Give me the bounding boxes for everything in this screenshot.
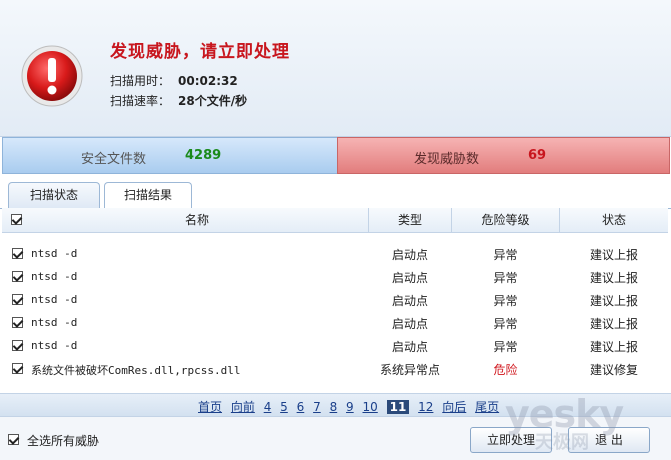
row-status: 建议上报 xyxy=(589,248,638,262)
column-header-level[interactable]: 危险等级 xyxy=(452,208,559,232)
row-checkbox[interactable] xyxy=(12,271,23,282)
tab-scan-results[interactable]: 扫描结果 xyxy=(104,182,192,209)
safe-files-stat: 安全文件数 4289 xyxy=(2,137,338,174)
safe-files-count: 4289 xyxy=(185,148,222,163)
page-prev-link[interactable]: 向前 xyxy=(231,398,255,415)
row-name: ntsd -d xyxy=(31,339,78,352)
row-type: 启动点 xyxy=(391,248,428,262)
row-checkbox[interactable] xyxy=(12,363,23,374)
row-level: 异常 xyxy=(493,294,518,308)
scan-speed-value: 28个文件/秒 xyxy=(178,94,248,108)
row-checkbox[interactable] xyxy=(12,340,23,351)
column-header-name[interactable]: 名称 xyxy=(26,208,368,232)
row-status: 建议上报 xyxy=(589,340,638,354)
page-number-link[interactable]: 5 xyxy=(280,400,288,414)
results-table-header: 名称 类型 危险等级 状态 xyxy=(2,208,668,233)
page-first-link[interactable]: 首页 xyxy=(198,398,222,415)
row-checkbox[interactable] xyxy=(12,317,23,328)
page-number-link[interactable]: 8 xyxy=(330,400,338,414)
row-status: 建议上报 xyxy=(589,294,638,308)
scan-time-row: 扫描用时： 00:02:32 xyxy=(110,72,238,89)
scan-speed-row: 扫描速率： 28个文件/秒 xyxy=(110,92,247,109)
row-checkbox[interactable] xyxy=(12,248,23,259)
row-level: 异常 xyxy=(493,248,518,262)
row-type: 启动点 xyxy=(391,271,428,285)
column-header-type[interactable]: 类型 xyxy=(369,208,451,232)
column-header-status[interactable]: 状态 xyxy=(560,208,668,232)
table-row[interactable]: ntsd -d 启动点 异常 建议上报 xyxy=(2,311,668,334)
safe-files-label: 安全文件数 xyxy=(81,152,147,167)
row-type: 启动点 xyxy=(391,317,428,331)
stats-bar: 安全文件数 4289 发现威胁数 69 xyxy=(0,137,671,174)
table-row[interactable]: ntsd -d 启动点 异常 建议上报 xyxy=(2,242,668,265)
row-name: ntsd -d xyxy=(31,293,78,306)
row-status: 建议上报 xyxy=(589,317,638,331)
table-row[interactable]: ntsd -d 启动点 异常 建议上报 xyxy=(2,265,668,288)
threats-found-stat: 发现威胁数 69 xyxy=(337,137,670,174)
row-type: 系统异常点 xyxy=(379,363,440,377)
row-name: ntsd -d xyxy=(31,270,78,283)
threats-found-label: 发现威胁数 xyxy=(414,152,480,167)
scan-speed-label: 扫描速率： xyxy=(110,94,171,108)
header-select-all-checkbox[interactable] xyxy=(11,214,22,225)
row-level: 异常 xyxy=(493,271,518,285)
table-row[interactable]: 系统文件被破坏ComRes.dll,rpcss.dll 系统异常点 危险 建议修… xyxy=(2,357,668,380)
table-row[interactable]: ntsd -d 启动点 异常 建议上报 xyxy=(2,288,668,311)
row-name: ntsd -d xyxy=(31,316,78,329)
yesky-watermark-sub: 天极网 xyxy=(535,432,589,453)
page-number-link[interactable]: 12 xyxy=(418,400,433,414)
page-number-link[interactable]: 4 xyxy=(264,400,272,414)
row-level: 异常 xyxy=(493,340,518,354)
threats-found-count: 69 xyxy=(528,148,547,163)
select-all-threats-checkbox[interactable] xyxy=(8,434,19,445)
threat-headline: 发现威胁，请立即处理 xyxy=(110,42,290,62)
row-status: 建议修复 xyxy=(589,363,638,377)
page-next-link[interactable]: 向后 xyxy=(442,398,466,415)
scan-time-value: 00:02:32 xyxy=(178,74,238,88)
pagination-links: 首页 向前 4 5 6 7 8 9 10 11 12 向后 尾页 xyxy=(198,398,504,415)
page-number-link[interactable]: 10 xyxy=(363,400,378,414)
row-status: 建议上报 xyxy=(589,271,638,285)
row-level: 危险 xyxy=(493,363,518,377)
page-last-link[interactable]: 尾页 xyxy=(475,398,499,415)
tab-scan-status[interactable]: 扫描状态 xyxy=(8,182,100,208)
table-row[interactable]: ntsd -d 启动点 异常 建议上报 xyxy=(2,334,668,357)
page-current[interactable]: 11 xyxy=(386,400,410,414)
row-type: 启动点 xyxy=(391,294,428,308)
row-name: ntsd -d xyxy=(31,247,78,260)
scan-result-header: 发现威胁，请立即处理 扫描用时： 00:02:32 扫描速率： 28个文件/秒 xyxy=(0,0,671,137)
page-number-link[interactable]: 9 xyxy=(346,400,354,414)
scan-time-label: 扫描用时： xyxy=(110,74,171,88)
page-number-link[interactable]: 6 xyxy=(297,400,305,414)
alert-warning-icon xyxy=(21,45,83,107)
page-number-link[interactable]: 7 xyxy=(313,400,321,414)
row-name: 系统文件被破坏ComRes.dll,rpcss.dll xyxy=(31,364,241,377)
tab-bar: 扫描状态 扫描结果 xyxy=(0,182,671,209)
row-checkbox[interactable] xyxy=(12,294,23,305)
row-type: 启动点 xyxy=(391,340,428,354)
select-all-threats-label[interactable]: 全选所有威胁 xyxy=(27,432,99,449)
row-level: 异常 xyxy=(493,317,518,331)
